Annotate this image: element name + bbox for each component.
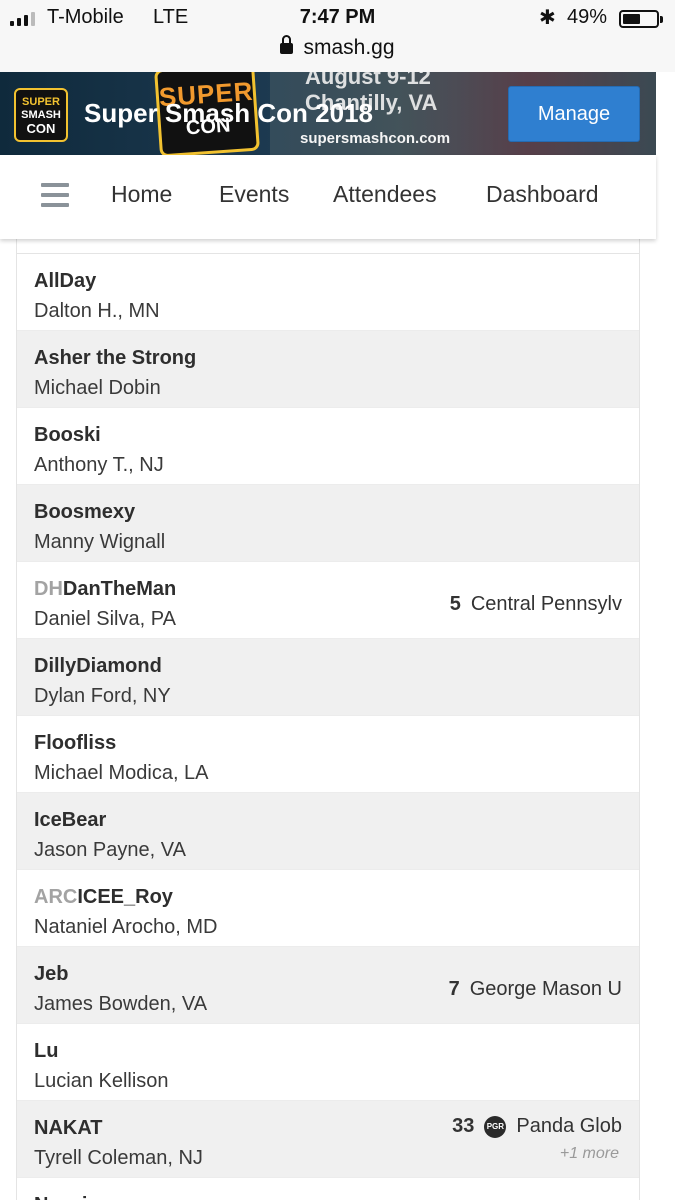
attendee-name: Manny Wignall [34,531,166,553]
gamertag-text: Lu [34,1040,59,1062]
nav-events[interactable]: Events [219,181,289,208]
sponsor-prefix: DH [34,578,63,600]
attendee-gamertag: AllDay [34,270,96,293]
attendee-gamertag: Asher the Strong [34,347,196,370]
gamertag-text: ICEE_Roy [77,886,173,908]
team-name: Panda Glob [516,1115,622,1137]
attendee-row[interactable]: Booski Anthony T., NJ [17,408,639,485]
banner-dates: August 9-12 [305,72,431,89]
attendee-name: Michael Dobin [34,377,161,399]
gamertag-text: DillyDiamond [34,655,162,677]
attendee-name: Jason Payne, VA [34,839,186,861]
team-info[interactable]: 7 George Mason U [449,978,622,1001]
event-logo: SUPER SMASH CON [14,88,68,142]
attendee-row[interactable]: Asher the Strong Michael Dobin [17,331,639,408]
nav-attendees[interactable]: Attendees [333,181,437,208]
attendee-list: AllDay Dalton H., MN Asher the Strong Micha… [16,239,640,1200]
attendee-row[interactable]: Boosmexy Manny Wignall [17,485,639,562]
url-text: smash.gg [303,36,395,59]
team-count: 33 [452,1115,475,1137]
attendee-name: Nataniel Arocho, MD [34,916,218,938]
gamertag-text: Asher the Strong [34,347,197,369]
attendee-gamertag: Neyxio [34,1194,100,1200]
attendee-name: James Bowden, VA [34,993,208,1015]
attendee-gamertag: DHDanTheMan [34,578,176,601]
attendee-gamertag: NAKAT [34,1117,103,1140]
team-info[interactable]: 5 Central Pennsylv [450,593,622,616]
hamburger-menu-icon[interactable] [41,183,69,207]
team-info[interactable]: 33 PGR Panda Glob [452,1115,622,1138]
attendee-row[interactable]: ARCICEE_Roy Nataniel Arocho, MD [17,870,639,947]
nav-dashboard[interactable]: Dashboard [486,181,599,208]
gamertag-text: DanTheMan [62,578,177,600]
lock-icon [280,35,294,54]
attendee-gamertag: ARCICEE_Roy [34,886,173,909]
team-count: 7 [448,978,460,1000]
attendee-row[interactable]: DillyDiamond Dylan Ford, NY [17,639,639,716]
attendee-gamertag: Booski [34,424,101,447]
team-count: 5 [449,593,461,615]
team-name: Central Pennsylv [470,593,622,615]
attendee-name: Dalton H., MN [34,300,160,322]
team-name: George Mason U [469,978,622,1000]
attendee-gamertag: DillyDiamond [34,655,162,678]
attendee-gamertag: Boosmexy [34,501,135,524]
attendee-row[interactable]: Jeb James Bowden, VA 7 George Mason U [17,947,639,1024]
gamertag-text: IceBear [34,809,107,831]
attendee-gamertag: Jeb [34,963,68,986]
nav-home[interactable]: Home [111,181,172,208]
list-top-divider [17,239,639,254]
banner-website: supersmashcon.com [300,130,451,147]
event-banner: SUPER CON August 9-12 Chantilly, VA supe… [0,72,656,155]
gamertag-text: Neyxio [34,1194,100,1200]
battery-percent: 49% [567,6,608,28]
battery-icon [619,10,663,28]
address-bar[interactable]: smash.gg [0,35,675,60]
event-title: Super Smash Con 2018 [84,98,373,128]
attendee-row[interactable]: AllDay Dalton H., MN [17,254,639,331]
attendee-name: Michael Modica, LA [34,762,209,784]
attendee-row[interactable]: DHDanTheMan Daniel Silva, PA 5 Central Penn… [17,562,639,639]
event-nav: Home Events Attendees Dashboard [0,155,656,239]
attendee-name: Tyrell Coleman, NJ [34,1147,203,1169]
attendee-name: Dylan Ford, NY [34,685,171,707]
gamertag-text: Boosmexy [34,501,136,523]
attendee-row[interactable]: Floofliss Michael Modica, LA [17,716,639,793]
attendee-gamertag: Lu [34,1040,58,1063]
gamertag-text: Jeb [34,963,69,985]
attendee-gamertag: IceBear [34,809,106,832]
gamertag-text: AllDay [34,270,97,292]
attendee-name: Lucian Kellison [34,1070,169,1092]
attendee-row[interactable]: NAKAT Tyrell Coleman, NJ 33 PGR Panda Glob +1… [17,1101,639,1178]
gamertag-text: Booski [34,424,101,446]
ios-status-bar: T-Mobile LTE 7:47 PM ✱ 49% smash.gg [0,0,675,72]
more-teams-link[interactable]: +1 more [560,1145,619,1163]
bluetooth-icon: ✱ [539,7,556,29]
attendee-row[interactable]: Neyxio [17,1178,639,1200]
attendee-row[interactable]: IceBear Jason Payne, VA [17,793,639,870]
sponsor-prefix: ARC [34,886,78,908]
attendee-name: Anthony T., NJ [34,454,164,476]
attendee-gamertag: Floofliss [34,732,116,755]
attendee-row[interactable]: Lu Lucian Kellison [17,1024,639,1101]
gamertag-text: Floofliss [34,732,117,754]
gamertag-text: NAKAT [34,1117,103,1139]
team-logo-icon: PGR [484,1115,507,1138]
manage-button[interactable]: Manage [508,86,640,142]
attendee-name: Daniel Silva, PA [34,608,176,630]
